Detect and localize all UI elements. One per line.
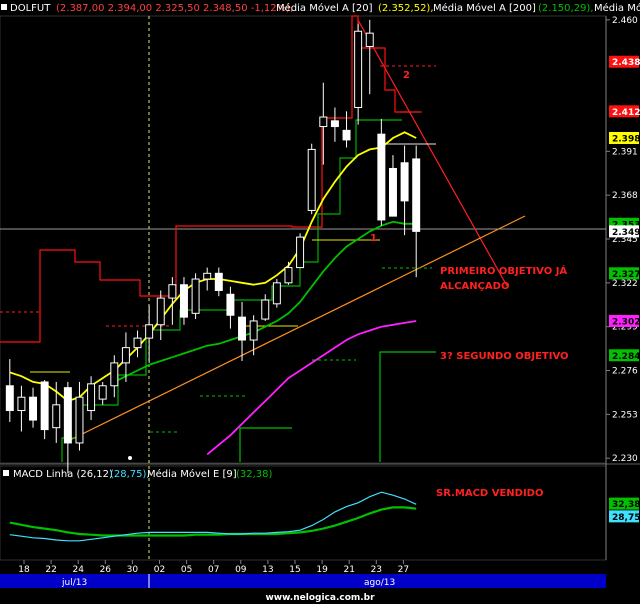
candle-body <box>87 383 96 412</box>
y-tick-label: 2.276 <box>612 367 638 377</box>
month-left: jul/13 <box>61 578 87 588</box>
footer: jul/13 ago/13 www.nelogica.com.br <box>0 574 606 603</box>
first-objective-line2: ALCANÇADO <box>440 281 509 292</box>
macd-line-value: (28,75), <box>110 469 150 480</box>
price-tag-label: 2.327 <box>612 270 640 280</box>
x-tick-label: 30 <box>127 565 139 575</box>
candle-body <box>29 396 38 421</box>
x-tick-label: 26 <box>100 565 112 575</box>
y-tick-label: 2.230 <box>612 454 638 464</box>
candle-body <box>238 316 247 341</box>
candle-body <box>330 120 339 128</box>
macd-note: SR.MACD VENDIDO <box>436 488 543 499</box>
candle-body <box>296 236 305 269</box>
x-tick-label: 13 <box>262 565 273 575</box>
y-tick-label: 2.460 <box>612 16 638 26</box>
x-tick-label: 05 <box>181 565 192 575</box>
candle-body <box>110 362 119 387</box>
website-credit[interactable]: www.nelogica.com.br <box>265 593 375 603</box>
candle-body <box>354 30 363 108</box>
x-tick-label: 09 <box>235 565 247 575</box>
y-tick-labels: 2.4602.3912.3682.3452.3222.2992.2762.253… <box>606 16 638 464</box>
x-tick-labels: 18 22 24 26 30 02 05 07 09 13 15 19 21 23 27 <box>18 560 409 575</box>
x-tick-label: 02 <box>154 565 165 575</box>
candle-body <box>214 272 223 291</box>
ma20-value: (2.352,52), <box>378 3 434 14</box>
candle-body <box>377 133 386 221</box>
symbol-label: DOLFUT <box>10 3 51 14</box>
candle-body <box>75 396 84 444</box>
x-tick-label: 15 <box>289 565 300 575</box>
symbol-marker-icon <box>1 4 7 10</box>
first-objective-line1: PRIMEIRO OBJETIVO JÁ <box>440 264 567 277</box>
candle-body <box>412 158 421 232</box>
price-tag-label: 2.302 <box>612 317 640 327</box>
candle-body <box>40 381 49 431</box>
price-tag-label: 2.412 <box>612 108 640 118</box>
macd-tag-label: 32,38 <box>612 500 640 510</box>
x-tick-label: 24 <box>72 565 84 575</box>
candle-body <box>5 385 14 412</box>
macd-signal-label: Média Móvel E [9] <box>147 468 237 480</box>
x-tick-label: 22 <box>45 565 56 575</box>
y-tick-label: 2.322 <box>612 279 638 289</box>
marker-dot <box>128 456 132 460</box>
candle-body <box>133 337 142 349</box>
month-right: ago/13 <box>364 578 395 588</box>
y-tick-label: 2.391 <box>612 147 638 157</box>
ohlc-values: (2.387,00 2.394,00 2.325,50 2.348,50 -1,… <box>56 3 293 14</box>
x-tick-label: 19 <box>316 565 328 575</box>
candle-body <box>272 282 281 305</box>
x-tick-label: 21 <box>343 565 354 575</box>
candle-body <box>156 297 165 326</box>
ma-last-label: Média Móvel A <box>594 2 640 14</box>
candle-body <box>342 129 351 141</box>
candle-body <box>249 320 258 341</box>
candle-body <box>365 32 374 47</box>
x-tick-label: 27 <box>398 565 409 575</box>
candle-body <box>388 167 397 217</box>
price-tag-label: 2.438 <box>612 58 640 68</box>
annotation-1: 1 <box>370 233 377 244</box>
macd-tag-label: 28,75 <box>612 513 640 523</box>
candle-body <box>284 267 293 284</box>
macd-panel <box>0 465 607 561</box>
candle-body <box>400 162 409 202</box>
ma200-label: Média Móvel A [200] <box>433 2 536 14</box>
ma200-value: (2.150,29), <box>538 3 594 14</box>
header-bar: DOLFUT (2.387,00 2.394,00 2.325,50 2.348… <box>0 0 640 14</box>
price-tags: 2.4382.4122.3982.3532.3492.3272.3022.284 <box>609 55 640 362</box>
x-tick-label: 07 <box>208 565 219 575</box>
candle-body <box>226 293 235 316</box>
macd-marker-icon <box>3 470 9 476</box>
candle-body <box>203 272 212 280</box>
candle-body <box>319 116 328 128</box>
candle-body <box>168 284 177 299</box>
x-tick-label: 18 <box>18 565 30 575</box>
macd-signal-value: (32,38) <box>236 469 273 480</box>
macd-line-label: MACD Linha (26,12) <box>13 469 113 480</box>
price-tag-label: 2.284 <box>612 352 640 362</box>
second-objective-label: 3? SEGUNDO OBJETIVO <box>440 351 569 362</box>
candle-body <box>179 284 188 318</box>
candle-body <box>191 278 200 314</box>
ma20-label: Média Móvel A [20] <box>276 2 373 14</box>
annotation-2: 2 <box>403 70 410 81</box>
candle-body <box>63 387 72 444</box>
month-bar <box>0 574 606 588</box>
candle-body <box>145 324 154 339</box>
x-tick-label: 23 <box>371 565 382 575</box>
y-tick-label: 2.368 <box>612 191 638 201</box>
macd-header: MACD Linha (26,12) (28,75), Média Móvel … <box>3 468 273 480</box>
price-tag-label: 2.398 <box>612 134 640 144</box>
candle-body <box>261 299 270 320</box>
price-tag-label: 2.349 <box>612 228 640 238</box>
candle-body <box>17 396 26 412</box>
candle-body <box>307 148 316 211</box>
candle-body <box>98 385 107 400</box>
chart-canvas: DOLFUT (2.387,00 2.394,00 2.325,50 2.348… <box>0 0 640 603</box>
y-tick-label: 2.253 <box>612 410 638 420</box>
candle-body <box>121 347 130 364</box>
candle-body <box>52 404 61 429</box>
